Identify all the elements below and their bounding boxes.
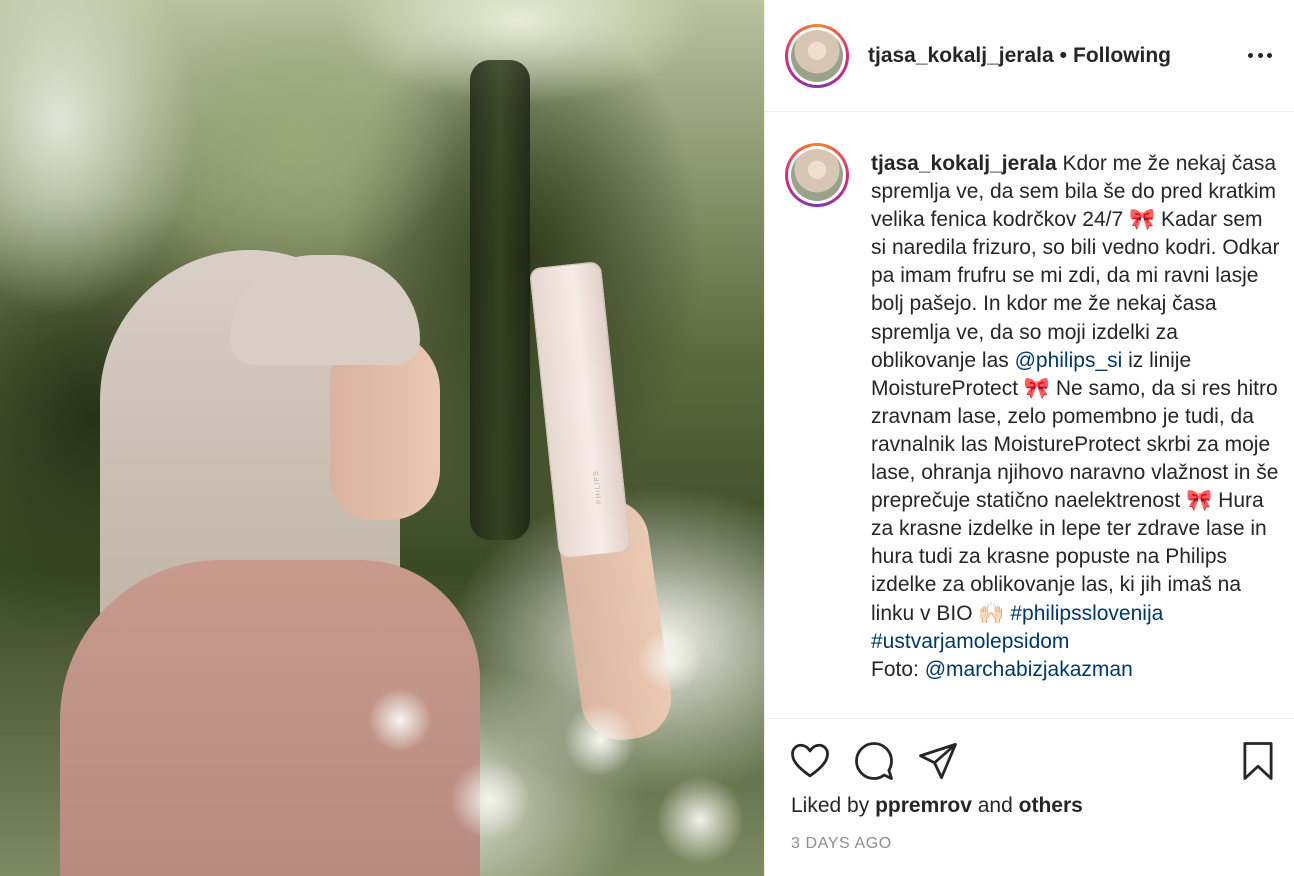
caption-mention-photographer[interactable]: @marchabizjakazman [925, 658, 1133, 681]
post-header: tjasa_kokalj_jerala • Following [765, 0, 1294, 112]
header-separator: • [1059, 44, 1067, 67]
caption-text-part-1: Kdor me že nekaj časa spremlja ve, da se… [871, 152, 1280, 372]
photo-white-flowers [340, 600, 764, 876]
caption-text-part-2: iz linije MoistureProtect 🎀 Ne samo, da … [871, 348, 1279, 625]
post-side-panel: tjasa_kokalj_jerala • Following tjasa_koka… [764, 0, 1294, 876]
heart-icon[interactable] [789, 740, 831, 782]
caption-hashtag-ustvarjamolepsidom[interactable]: #ustvarjamolepsidom [871, 630, 1069, 653]
post-caption: tjasa_kokalj_jerala Kdor me že nekaj čas… [871, 150, 1281, 684]
photo-tree-trunk [470, 60, 530, 540]
more-dot [1257, 52, 1263, 58]
post-timestamp[interactable]: 3 DAYS AGO [791, 835, 892, 853]
caption-hashtag-philipsslovenija[interactable]: #philipsslovenija [1010, 602, 1163, 625]
bookmark-icon[interactable] [1237, 740, 1279, 782]
more-dot [1267, 52, 1272, 58]
avatar-image [791, 149, 843, 201]
share-icon[interactable] [917, 740, 959, 782]
more-dots-icon[interactable] [1245, 40, 1275, 70]
likes-summary: Liked by ppremrov and others [791, 794, 1083, 818]
likes-user[interactable]: ppremrov [875, 794, 972, 817]
header-avatar[interactable] [785, 24, 849, 88]
following-button[interactable]: Following [1073, 44, 1171, 67]
header-user-line: tjasa_kokalj_jerala • Following [868, 44, 1171, 68]
more-dot [1248, 52, 1253, 58]
caption-mention-philips[interactable]: @philips_si [1015, 349, 1123, 372]
caption-avatar[interactable] [785, 143, 849, 207]
header-username[interactable]: tjasa_kokalj_jerala [868, 44, 1054, 67]
avatar-image [791, 30, 843, 82]
post-photo[interactable]: PHILIPS [0, 0, 764, 876]
comment-icon[interactable] [853, 740, 895, 782]
likes-middle: and [971, 794, 1019, 817]
likes-prefix: Liked by [791, 794, 876, 817]
caption-username[interactable]: tjasa_kokalj_jerala [871, 152, 1057, 175]
post-actions: Liked by ppremrov and others 3 DAYS AGO [765, 720, 1294, 876]
likes-others[interactable]: others [1019, 794, 1083, 817]
straightener-brand-mark: PHILIPS [592, 469, 604, 505]
caption-credit-label: Foto: [871, 657, 925, 681]
comments-section[interactable]: tjasa_kokalj_jerala Kdor me že nekaj čas… [765, 113, 1294, 719]
photo-hair-straightener: PHILIPS [530, 262, 630, 558]
